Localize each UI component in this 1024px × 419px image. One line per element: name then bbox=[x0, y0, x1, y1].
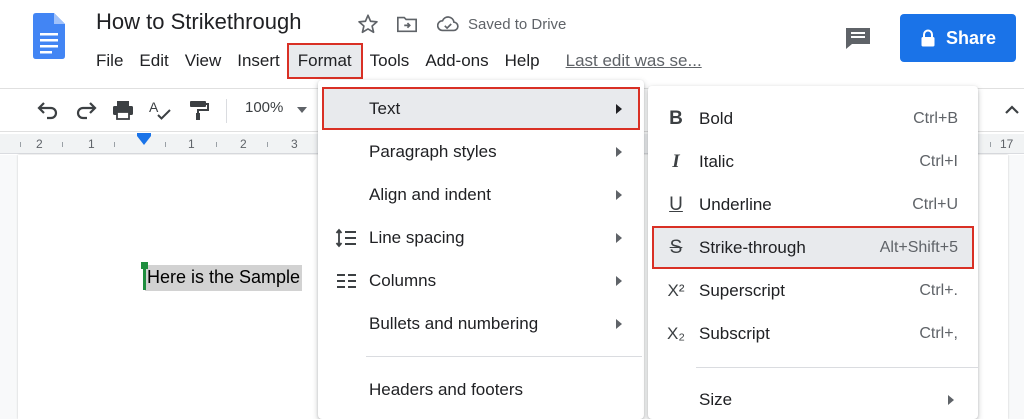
svg-text:A: A bbox=[149, 99, 159, 115]
share-button[interactable]: Share bbox=[900, 14, 1016, 62]
ruler-number: 2 bbox=[36, 137, 43, 151]
text-cursor bbox=[143, 264, 146, 290]
menu-file[interactable]: File bbox=[88, 44, 131, 78]
collapse-menus-icon[interactable] bbox=[1003, 101, 1021, 119]
format-menu-paragraph-styles[interactable]: Paragraph styles bbox=[318, 130, 644, 173]
underline-icon: U bbox=[669, 193, 683, 215]
menu-view[interactable]: View bbox=[177, 44, 230, 78]
shortcut-label: Ctrl+, bbox=[919, 324, 958, 342]
menu-addons[interactable]: Add-ons bbox=[417, 44, 496, 78]
ruler-tick bbox=[62, 142, 63, 147]
submenu-arrow-icon bbox=[616, 318, 622, 329]
indent-marker[interactable] bbox=[137, 136, 151, 145]
move-to-folder-icon[interactable] bbox=[396, 14, 418, 34]
document-title[interactable]: How to Strikethrough bbox=[96, 9, 301, 35]
shortcut-label: Alt+Shift+5 bbox=[879, 238, 958, 256]
cloud-saved-icon[interactable] bbox=[437, 15, 459, 33]
spellcheck-icon[interactable]: A bbox=[148, 99, 172, 121]
menu-divider bbox=[366, 356, 642, 357]
submenu-arrow-icon bbox=[616, 232, 622, 243]
menu-item-label: Superscript bbox=[699, 280, 785, 300]
ruler-number: 3 bbox=[291, 137, 298, 151]
shortcut-label: Ctrl+U bbox=[912, 195, 958, 213]
menu-item-label: Bullets and numbering bbox=[369, 313, 539, 333]
ruler-number: 2 bbox=[240, 137, 247, 151]
ruler-number: 1 bbox=[188, 137, 195, 151]
columns-icon bbox=[337, 273, 356, 288]
menu-tools[interactable]: Tools bbox=[362, 44, 418, 78]
menu-item-label: Underline bbox=[699, 194, 772, 214]
selected-text[interactable]: Here is the Sample bbox=[145, 265, 303, 291]
lock-icon bbox=[921, 29, 935, 47]
paint-format-icon[interactable] bbox=[186, 99, 210, 121]
text-menu-underline[interactable]: U Underline Ctrl+U bbox=[648, 183, 978, 226]
strikethrough-icon: S bbox=[669, 236, 683, 258]
ruler-tick bbox=[20, 142, 21, 147]
menu-item-label: Align and indent bbox=[369, 184, 491, 204]
shortcut-label: Ctrl+B bbox=[913, 109, 958, 127]
ruler-tick bbox=[990, 142, 991, 147]
format-menu: Text Paragraph styles Align and indent L… bbox=[318, 80, 644, 419]
menu-edit[interactable]: Edit bbox=[131, 44, 176, 78]
format-menu-text[interactable]: Text bbox=[322, 87, 640, 130]
print-icon[interactable] bbox=[111, 99, 135, 121]
format-menu-columns[interactable]: Columns bbox=[318, 259, 644, 302]
comment-icon[interactable] bbox=[844, 26, 872, 50]
undo-icon[interactable] bbox=[36, 99, 60, 121]
menu-bar: File Edit View Insert Format Tools Add-o… bbox=[88, 42, 702, 80]
menu-insert[interactable]: Insert bbox=[229, 44, 288, 78]
line-spacing-icon bbox=[335, 228, 356, 247]
redo-icon[interactable] bbox=[74, 99, 98, 121]
bold-icon: B bbox=[669, 107, 683, 129]
menu-divider bbox=[696, 367, 978, 368]
menu-item-label: Strike-through bbox=[699, 237, 806, 257]
shortcut-label: Ctrl+. bbox=[919, 281, 958, 299]
ruler-number: 17 bbox=[1000, 137, 1014, 151]
text-menu-superscript[interactable]: X² Superscript Ctrl+. bbox=[648, 269, 978, 312]
menu-format[interactable]: Format bbox=[286, 43, 363, 79]
submenu-arrow-icon bbox=[616, 103, 622, 114]
menu-item-label: Bold bbox=[699, 108, 734, 128]
menu-item-label: Line spacing bbox=[369, 227, 465, 247]
format-menu-line-spacing[interactable]: Line spacing bbox=[318, 216, 644, 259]
submenu-arrow-icon bbox=[948, 394, 954, 405]
superscript-icon: X² bbox=[667, 280, 685, 300]
menu-help[interactable]: Help bbox=[497, 44, 548, 78]
format-menu-bullets-numbering[interactable]: Bullets and numbering bbox=[318, 302, 644, 345]
menu-item-label: Italic bbox=[699, 151, 734, 171]
text-menu-size[interactable]: Size bbox=[648, 378, 978, 419]
share-label: Share bbox=[945, 27, 997, 48]
text-menu-strikethrough[interactable]: S Strike-through Alt+Shift+5 bbox=[652, 226, 974, 269]
ruler-number: 1 bbox=[88, 137, 95, 151]
ruler-tick bbox=[216, 142, 217, 147]
text-menu-italic[interactable]: I Italic Ctrl+I bbox=[648, 140, 978, 183]
menu-item-label: Subscript bbox=[699, 323, 770, 343]
docs-logo-icon[interactable] bbox=[33, 13, 65, 59]
italic-icon: I bbox=[672, 150, 680, 172]
ruler-tick bbox=[267, 142, 268, 147]
saved-status: Saved to Drive bbox=[468, 16, 567, 33]
shortcut-label: Ctrl+I bbox=[919, 152, 958, 170]
last-edit-link[interactable]: Last edit was se... bbox=[566, 51, 702, 71]
chevron-down-icon[interactable] bbox=[297, 107, 307, 113]
ruler-tick bbox=[165, 142, 166, 147]
menu-item-label: Text bbox=[369, 98, 401, 118]
submenu-arrow-icon bbox=[616, 146, 622, 157]
menu-item-label: Columns bbox=[369, 270, 437, 290]
toolbar-divider bbox=[226, 99, 227, 123]
zoom-select[interactable]: 100% bbox=[245, 99, 283, 116]
text-menu-bold[interactable]: B Bold Ctrl+B bbox=[648, 97, 978, 140]
menu-item-label: Paragraph styles bbox=[369, 141, 497, 161]
format-menu-headers-footers[interactable]: Headers and footers bbox=[318, 368, 644, 411]
subscript-icon: X₂ bbox=[667, 323, 685, 343]
submenu-arrow-icon bbox=[616, 189, 622, 200]
menu-item-label: Headers and footers bbox=[369, 379, 524, 399]
text-menu-subscript[interactable]: X₂ Subscript Ctrl+, bbox=[648, 312, 978, 355]
star-icon[interactable] bbox=[357, 13, 379, 35]
submenu-arrow-icon bbox=[616, 275, 622, 286]
ruler-tick bbox=[114, 142, 115, 147]
menu-item-label: Size bbox=[699, 389, 733, 409]
format-menu-align-indent[interactable]: Align and indent bbox=[318, 173, 644, 216]
text-submenu: B Bold Ctrl+B I Italic Ctrl+I U Underlin… bbox=[648, 86, 978, 419]
